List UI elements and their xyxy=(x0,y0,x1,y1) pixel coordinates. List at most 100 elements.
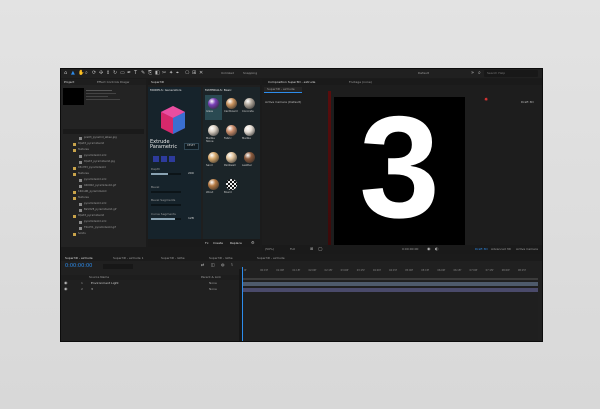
project-file-item[interactable]: Textures xyxy=(63,196,144,201)
grid-icon[interactable]: ⊞ xyxy=(310,247,313,251)
puppet-tool-icon[interactable]: ✦ xyxy=(169,71,173,76)
material-swatch[interactable]: Cardboard xyxy=(223,95,240,120)
project-file-item[interactable]: 03xY83_pyramidsolid xyxy=(63,166,144,171)
project-file-item[interactable]: pyramidsolid.xml xyxy=(63,154,144,159)
draft-3d-icon[interactable]: ◫ xyxy=(211,263,215,267)
material-swatch[interactable]: Fabric xyxy=(223,122,240,147)
project-file-item[interactable]: Textures xyxy=(63,172,144,177)
shape-option-icon[interactable] xyxy=(153,156,159,162)
project-file-item[interactable]: Solids xyxy=(63,232,144,237)
material-swatch[interactable]: Marble Stone xyxy=(205,122,222,147)
layer-bar-2[interactable] xyxy=(242,288,538,292)
project-file-item[interactable]: 16Ov9R_pyramidsolid xyxy=(63,190,144,195)
shape-option-icon[interactable] xyxy=(161,156,167,162)
mask-icon[interactable]: ◯ xyxy=(318,247,322,251)
playhead[interactable] xyxy=(242,267,243,341)
workspace-chevron-icon[interactable]: » xyxy=(471,71,474,76)
timeline-tab[interactable]: Super3D - extrude 1 xyxy=(113,257,144,260)
param-bevel[interactable]: Bevel xyxy=(151,186,198,196)
rotate-tool-icon[interactable]: ↻ xyxy=(113,71,117,76)
visibility-eye-icon[interactable]: ◉ xyxy=(64,287,68,291)
composition-subtab[interactable]: Super3D - extrude xyxy=(264,87,302,93)
graph-editor-icon[interactable]: ⌇ xyxy=(231,263,233,267)
tab-project[interactable]: Project xyxy=(64,81,74,84)
zoom-tool-icon[interactable]: ⌕ xyxy=(85,71,88,76)
tab-composition[interactable]: Composition Super3D - extrude xyxy=(268,81,315,84)
param-bevel-segments[interactable]: Bevel Segments xyxy=(151,199,198,209)
zoom-select[interactable]: (50%) xyxy=(265,248,274,251)
orbit-tool-icon[interactable]: ⟳ xyxy=(92,71,96,76)
snap-icon[interactable]: ✕ xyxy=(199,71,203,76)
work-area-bar[interactable] xyxy=(242,278,538,280)
composition-canvas[interactable]: 3 xyxy=(334,87,465,247)
project-file-item[interactable]: pre03_pyramid_albeo.jpg xyxy=(63,136,144,141)
settings-icon[interactable]: ⚙ xyxy=(251,241,255,245)
dolly-tool-icon[interactable]: ⇕ xyxy=(106,71,110,76)
motion-blur-icon[interactable]: ◍ xyxy=(221,263,225,267)
shape-option-icon[interactable] xyxy=(169,156,175,162)
project-file-item[interactable]: tQalt3_pyramidsolid.jpg xyxy=(63,160,144,165)
project-file-item[interactable]: tQalt3_pyramidsolid xyxy=(63,142,144,147)
timeline-tab[interactable]: Super3D - lathe xyxy=(161,257,185,260)
timeline-divider[interactable] xyxy=(239,269,242,341)
timeline-tab[interactable]: Super3D - extrude xyxy=(257,257,285,260)
home-icon[interactable]: ⌂ xyxy=(64,71,67,76)
layer-bar-1[interactable] xyxy=(242,282,538,286)
project-file-item[interactable]: pyramidsolid.xml xyxy=(63,220,144,225)
material-swatch[interactable]: Marble xyxy=(241,122,258,147)
tab-effect-controls[interactable]: Effect Controls Diagw xyxy=(97,81,129,84)
reset-button[interactable]: RESET xyxy=(184,143,199,150)
project-file-item[interactable]: tQalt3_pyramidsolid xyxy=(63,214,144,219)
material-swatch[interactable]: Sand xyxy=(205,149,222,174)
create-button[interactable]: Create xyxy=(213,242,223,245)
lock-icon[interactable]: ⎔ xyxy=(185,71,189,76)
timeline-layer-row[interactable]: ◉ 2 3 None xyxy=(61,287,239,292)
timeline-layer-row[interactable]: ◉ 1 Environment Light None xyxy=(61,281,239,286)
project-file-item[interactable]: BaV9V8_pyramidsolid.gif xyxy=(63,208,144,213)
comp-flow-icon[interactable]: ⇄ xyxy=(201,263,204,267)
workspace-select[interactable]: Default xyxy=(418,72,429,75)
view-select[interactable]: Advanced 3D xyxy=(491,248,511,251)
material-swatch[interactable]: Board xyxy=(223,176,240,201)
snapshot-icon[interactable]: ◉ xyxy=(427,247,431,251)
timeline-tab[interactable]: Super3D - lathe xyxy=(209,257,233,260)
project-file-item[interactable]: pyramidsolid.xml xyxy=(63,202,144,207)
brush-tool-icon[interactable]: ✎ xyxy=(141,71,145,76)
hand-tool-icon[interactable]: ✋ xyxy=(78,71,84,76)
selection-tool-icon[interactable]: ▲ xyxy=(71,71,75,76)
type-tool-icon[interactable]: T xyxy=(134,71,137,76)
material-swatch[interactable]: Concrete xyxy=(241,95,258,120)
roto-tool-icon[interactable]: ✂ xyxy=(162,71,166,76)
snapping-toggle[interactable]: Snapping xyxy=(243,72,257,75)
material-swatch[interactable]: Paintwall xyxy=(223,149,240,174)
material-swatch[interactable]: Wood xyxy=(205,176,222,201)
project-search-row[interactable] xyxy=(63,129,144,134)
renderer-select[interactable]: Draft 3D xyxy=(475,248,488,251)
channel-icon[interactable]: ◐ xyxy=(435,247,439,251)
project-file-item[interactable]: Textures xyxy=(63,148,144,153)
timeline-timecode[interactable]: 0:00:00:00 xyxy=(65,264,92,269)
tab-footage[interactable]: Footage (none) xyxy=(349,81,372,84)
replace-button[interactable]: Replace xyxy=(230,242,242,245)
timeline-search[interactable] xyxy=(103,264,133,269)
timeline-tab[interactable]: Super3D - extrude xyxy=(65,257,93,260)
layer-parent-select[interactable]: None xyxy=(209,282,217,285)
pen-tool-icon[interactable]: ✒ xyxy=(127,71,131,76)
param-depth[interactable]: Depth 200 xyxy=(151,168,198,180)
camera-tool-icon[interactable]: ⌖ xyxy=(176,71,179,76)
unlinked-label[interactable]: Unlinked xyxy=(221,72,234,75)
layer-parent-select[interactable]: None xyxy=(209,288,217,291)
timecode-display[interactable]: 0:00:00:00 xyxy=(402,248,418,251)
search-input[interactable]: Search Help xyxy=(484,70,538,77)
rectangle-tool-icon[interactable]: ▭ xyxy=(120,71,125,76)
resolution-select[interactable]: Full xyxy=(290,248,295,251)
project-file-item[interactable]: pyramidsolid.xml xyxy=(63,178,144,183)
material-swatch[interactable]: Leather xyxy=(241,149,258,174)
visibility-eye-icon[interactable]: ◉ xyxy=(64,281,68,285)
pan-tool-icon[interactable]: ✣ xyxy=(99,71,103,76)
project-file-item[interactable]: T0xdY1_pyramidsolid.gif xyxy=(63,226,144,231)
material-swatch[interactable]: Glass xyxy=(205,95,222,120)
eraser-tool-icon[interactable]: ◧ xyxy=(155,71,160,76)
param-curve-segments[interactable]: Curve Segments 128 xyxy=(151,213,198,225)
clone-tool-icon[interactable]: ⎘ xyxy=(148,71,152,76)
